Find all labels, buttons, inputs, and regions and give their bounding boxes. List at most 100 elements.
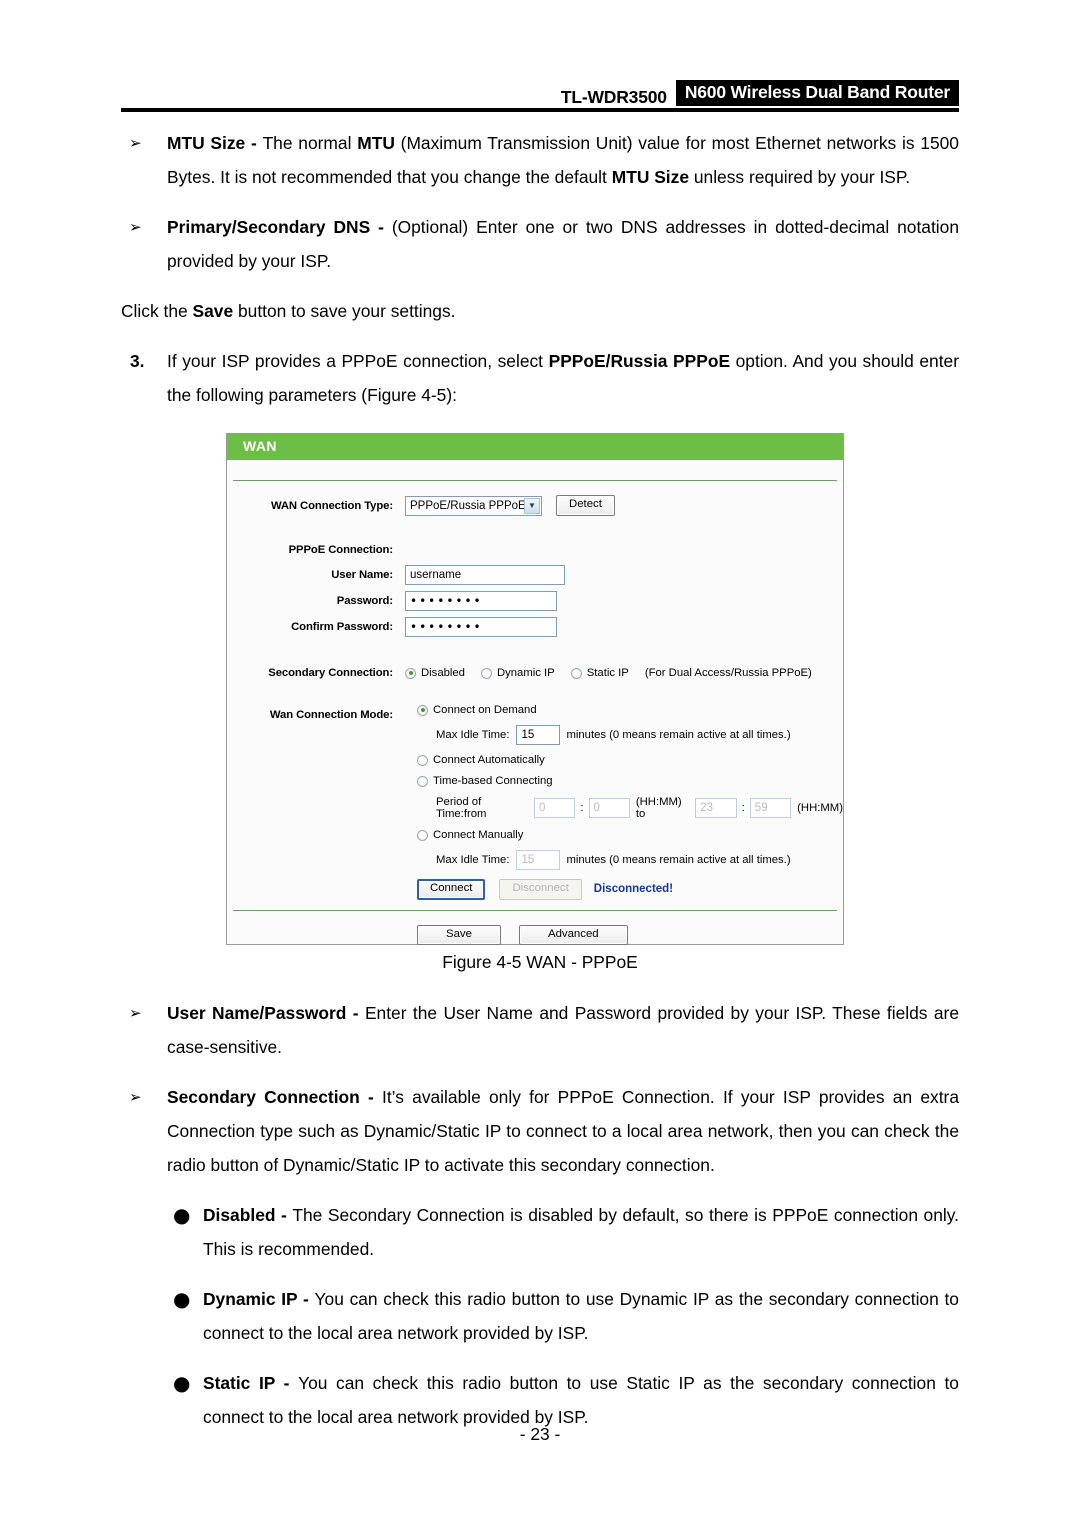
- max-idle-time-input-1[interactable]: 15: [516, 725, 561, 746]
- wan-panel-title: WAN: [227, 434, 843, 461]
- radio-secondary-disabled[interactable]: [405, 667, 416, 679]
- bullet-username-password: ➢ User Name/Password - Enter the User Na…: [121, 996, 959, 1064]
- arrow-bullet-icon: ➢: [129, 134, 142, 152]
- username-input[interactable]: username: [405, 565, 565, 586]
- username-row: User Name: username: [227, 565, 843, 586]
- confirm-password-row: Confirm Password: ••••••••: [227, 617, 843, 638]
- period-from-hour-input[interactable]: 0: [533, 798, 576, 819]
- figure-caption: Figure 4-5 WAN - PPPoE: [442, 952, 638, 972]
- bullet-secondary-connection: ➢ Secondary Connection - It’s available …: [121, 1080, 959, 1182]
- bullet-mtu-size-desc-3: unless required by your ISP.: [689, 167, 911, 187]
- password-input[interactable]: ••••••••: [405, 591, 557, 612]
- confirm-password-input[interactable]: ••••••••: [405, 617, 557, 638]
- connect-button[interactable]: Connect: [417, 879, 486, 900]
- period-to-hour-value: 23: [700, 802, 714, 815]
- max-idle-time-label-2: Max Idle Time:: [436, 854, 510, 867]
- dot-bullet-icon: ●: [173, 1203, 191, 1227]
- wan-connection-mode-label: Wan Connection Mode:: [269, 709, 393, 722]
- bullet-dns-term: Primary/Secondary DNS -: [167, 217, 392, 237]
- step-3-text: If your ISP provides a PPPoE connection,…: [167, 344, 959, 412]
- page-number: - 23 -: [519, 1424, 561, 1444]
- click-save-bold: Save: [192, 301, 234, 321]
- connection-status-badge: Disconnected!: [593, 883, 674, 896]
- page-header: TL-WDR3500 N600 Wireless Dual Band Route…: [121, 79, 959, 112]
- mode-connect-automatically-row[interactable]: Connect Automatically: [417, 754, 843, 766]
- confirm-password-controls: ••••••••: [405, 617, 557, 638]
- period-from-hour-value: 0: [538, 802, 546, 815]
- period-from-minute-input[interactable]: 0: [588, 798, 630, 819]
- radio-connect-automatically[interactable]: [417, 754, 428, 766]
- mode-connect-automatically-label: Connect Automatically: [433, 754, 545, 767]
- radio-connect-on-demand[interactable]: [417, 704, 428, 716]
- period-to-minute-value: 59: [754, 802, 768, 815]
- header-model-name: TL-WDR3500: [560, 86, 667, 107]
- max-idle-time-suffix-1: minutes (0 means remain active at all ti…: [566, 729, 791, 742]
- bullet-username-password-term: User Name/Password -: [167, 1003, 365, 1023]
- radio-secondary-static-ip[interactable]: [570, 667, 582, 679]
- mode-connect-manually-row[interactable]: Connect Manually: [417, 829, 843, 841]
- bullet-primary-secondary-dns: ➢ Primary/Secondary DNS - (Optional) Ent…: [121, 210, 959, 278]
- click-save-text: Click the Save button to save your setti…: [121, 294, 959, 328]
- dot-bullet-icon: ●: [173, 1287, 191, 1311]
- password-label: Password:: [336, 595, 393, 608]
- radio-secondary-dynamic-ip-label: Dynamic IP: [496, 667, 555, 680]
- mode-connect-on-demand-row[interactable]: Connect on Demand: [417, 704, 843, 716]
- chevron-down-icon[interactable]: ▼: [524, 497, 540, 514]
- period-to-minute-input[interactable]: 59: [749, 798, 792, 819]
- username-controls: username: [405, 565, 565, 586]
- period-to-colon: :: [741, 802, 745, 815]
- sub-bullet-disabled-term: Disabled -: [203, 1205, 293, 1225]
- radio-time-based-connecting[interactable]: [417, 775, 428, 787]
- bullet-dns-text: Primary/Secondary DNS - (Optional) Enter…: [167, 210, 959, 278]
- detect-button[interactable]: Detect: [556, 495, 615, 517]
- advanced-button[interactable]: Advanced: [518, 924, 628, 946]
- click-save-post: button to save your settings.: [233, 301, 456, 321]
- max-idle-time-row-1: Max Idle Time: 15 minutes (0 means remai…: [417, 725, 843, 746]
- sub-bullet-dynamic-ip-term: Dynamic IP -: [203, 1289, 315, 1309]
- bullet-mtu-size-desc-1: The normal: [262, 133, 358, 153]
- numbered-step-3: 3. If your ISP provides a PPPoE connecti…: [121, 344, 959, 412]
- bullet-mtu-size-term: MTU Size -: [167, 133, 263, 153]
- secondary-connection-options: Disabled Dynamic IP Static IP (For Dual …: [405, 667, 812, 679]
- mode-connect-on-demand-label: Connect on Demand: [433, 704, 537, 717]
- period-of-time-label: Period of Time:from: [436, 796, 487, 821]
- wan-connection-type-value: PPPoE/Russia PPPoE: [410, 499, 526, 512]
- radio-secondary-static-ip-label: Static IP: [586, 667, 629, 680]
- header-row: TL-WDR3500 N600 Wireless Dual Band Route…: [121, 79, 959, 107]
- confirm-password-value: ••••••••: [410, 620, 483, 635]
- wan-panel-body: WAN Connection Type: PPPoE/Russia PPPoE …: [227, 481, 843, 946]
- wan-connection-type-select[interactable]: PPPoE/Russia PPPoE ▼: [405, 495, 542, 516]
- radio-connect-manually[interactable]: [417, 829, 428, 841]
- click-save-paragraph: Click the Save button to save your setti…: [121, 294, 959, 328]
- wan-connection-mode-options: Connect on Demand Max Idle Time: 15 minu…: [417, 704, 843, 900]
- max-idle-time-label-1: Max Idle Time:: [436, 729, 510, 742]
- header-divider-rule: [121, 108, 959, 112]
- password-controls: ••••••••: [405, 591, 557, 612]
- period-from-colon: :: [580, 802, 584, 815]
- save-button[interactable]: Save: [417, 924, 501, 946]
- sub-bullet-static-ip-term: Static IP -: [203, 1373, 299, 1393]
- bullet-mtu-size: ➢ MTU Size - The normal MTU (Maximum Tra…: [121, 126, 959, 194]
- arrow-bullet-icon: ➢: [129, 218, 142, 236]
- max-idle-time-value-2: 15: [521, 854, 535, 867]
- bullet-secondary-connection-term: Secondary Connection -: [167, 1087, 383, 1107]
- period-to-hour-input[interactable]: 23: [695, 798, 737, 819]
- max-idle-time-input-2[interactable]: 15: [516, 850, 561, 871]
- bullet-mtu-inline-bold-1: MTU: [357, 133, 395, 153]
- radio-secondary-dynamic-ip[interactable]: [480, 667, 492, 679]
- click-save-pre: Click the: [121, 301, 193, 321]
- mode-connect-manually-label: Connect Manually: [433, 829, 524, 842]
- secondary-connection-row: Secondary Connection: Disabled Dynamic I…: [227, 667, 843, 679]
- step-3-bold: PPPoE/Russia PPPoE: [548, 351, 731, 371]
- wan-panel-footer-buttons: Save Advanced: [227, 911, 843, 946]
- mode-time-based-connecting-row[interactable]: Time-based Connecting: [417, 775, 843, 787]
- pppoe-connection-label: PPPoE Connection:: [288, 544, 393, 557]
- username-label: User Name:: [331, 569, 393, 582]
- confirm-password-label: Confirm Password:: [291, 621, 393, 634]
- password-value: ••••••••: [410, 594, 483, 609]
- wan-panel-spacer: [227, 460, 843, 480]
- disconnect-button: Disconnect: [499, 879, 582, 900]
- wan-connection-type-controls: PPPoE/Russia PPPoE ▼ Detect: [405, 495, 615, 517]
- bullet-username-password-text: User Name/Password - Enter the User Name…: [167, 996, 959, 1064]
- step-3-pre: If your ISP provides a PPPoE connection,…: [167, 351, 549, 371]
